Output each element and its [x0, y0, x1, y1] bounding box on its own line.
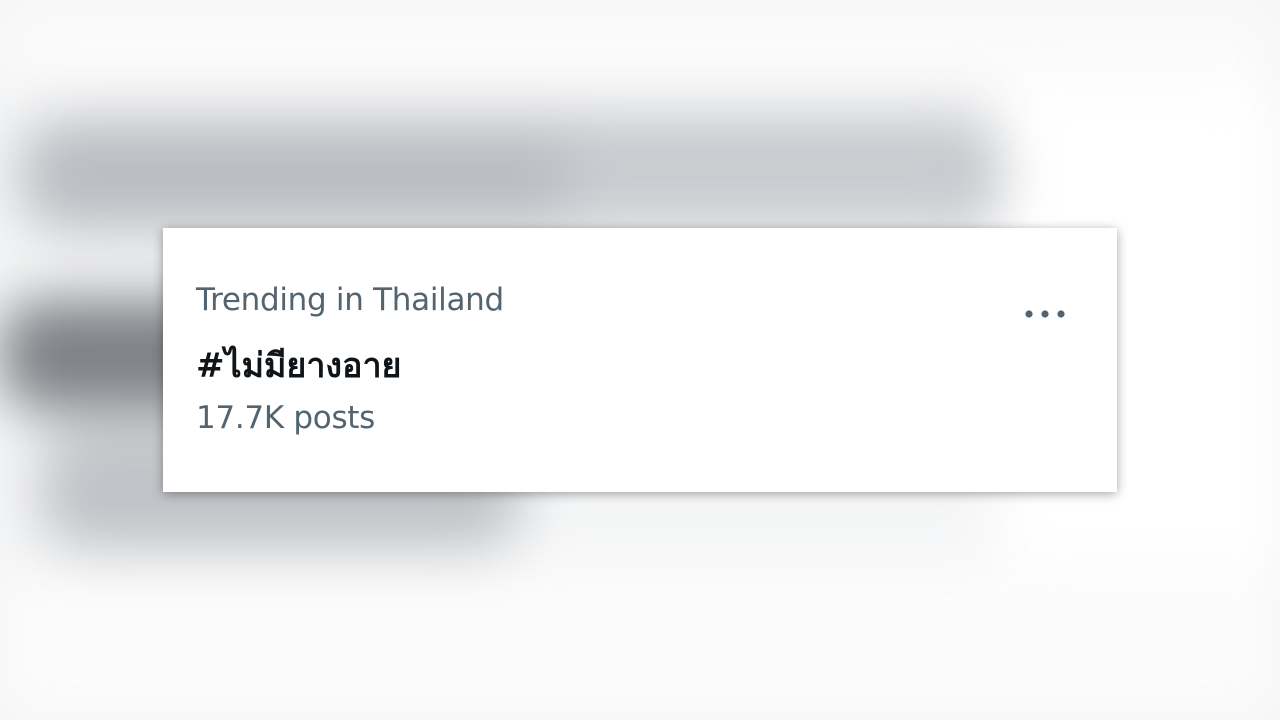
trend-context-label: Trending in Thailand — [196, 282, 504, 318]
background-blur-region — [0, 0, 1280, 90]
more-options-button[interactable] — [1015, 294, 1075, 334]
screenshot-stage: Trending in Thailand #ไม่มียางอาย 17.7K … — [0, 0, 1280, 720]
trend-post-count: 17.7K posts — [196, 400, 376, 436]
trend-hashtag[interactable]: #ไม่มียางอาย — [196, 338, 401, 392]
background-blur-region — [0, 560, 1280, 720]
background-blur-region — [560, 140, 980, 230]
trend-card[interactable]: Trending in Thailand #ไม่มียางอาย 17.7K … — [163, 228, 1117, 492]
more-horizontal-icon — [1025, 310, 1065, 318]
